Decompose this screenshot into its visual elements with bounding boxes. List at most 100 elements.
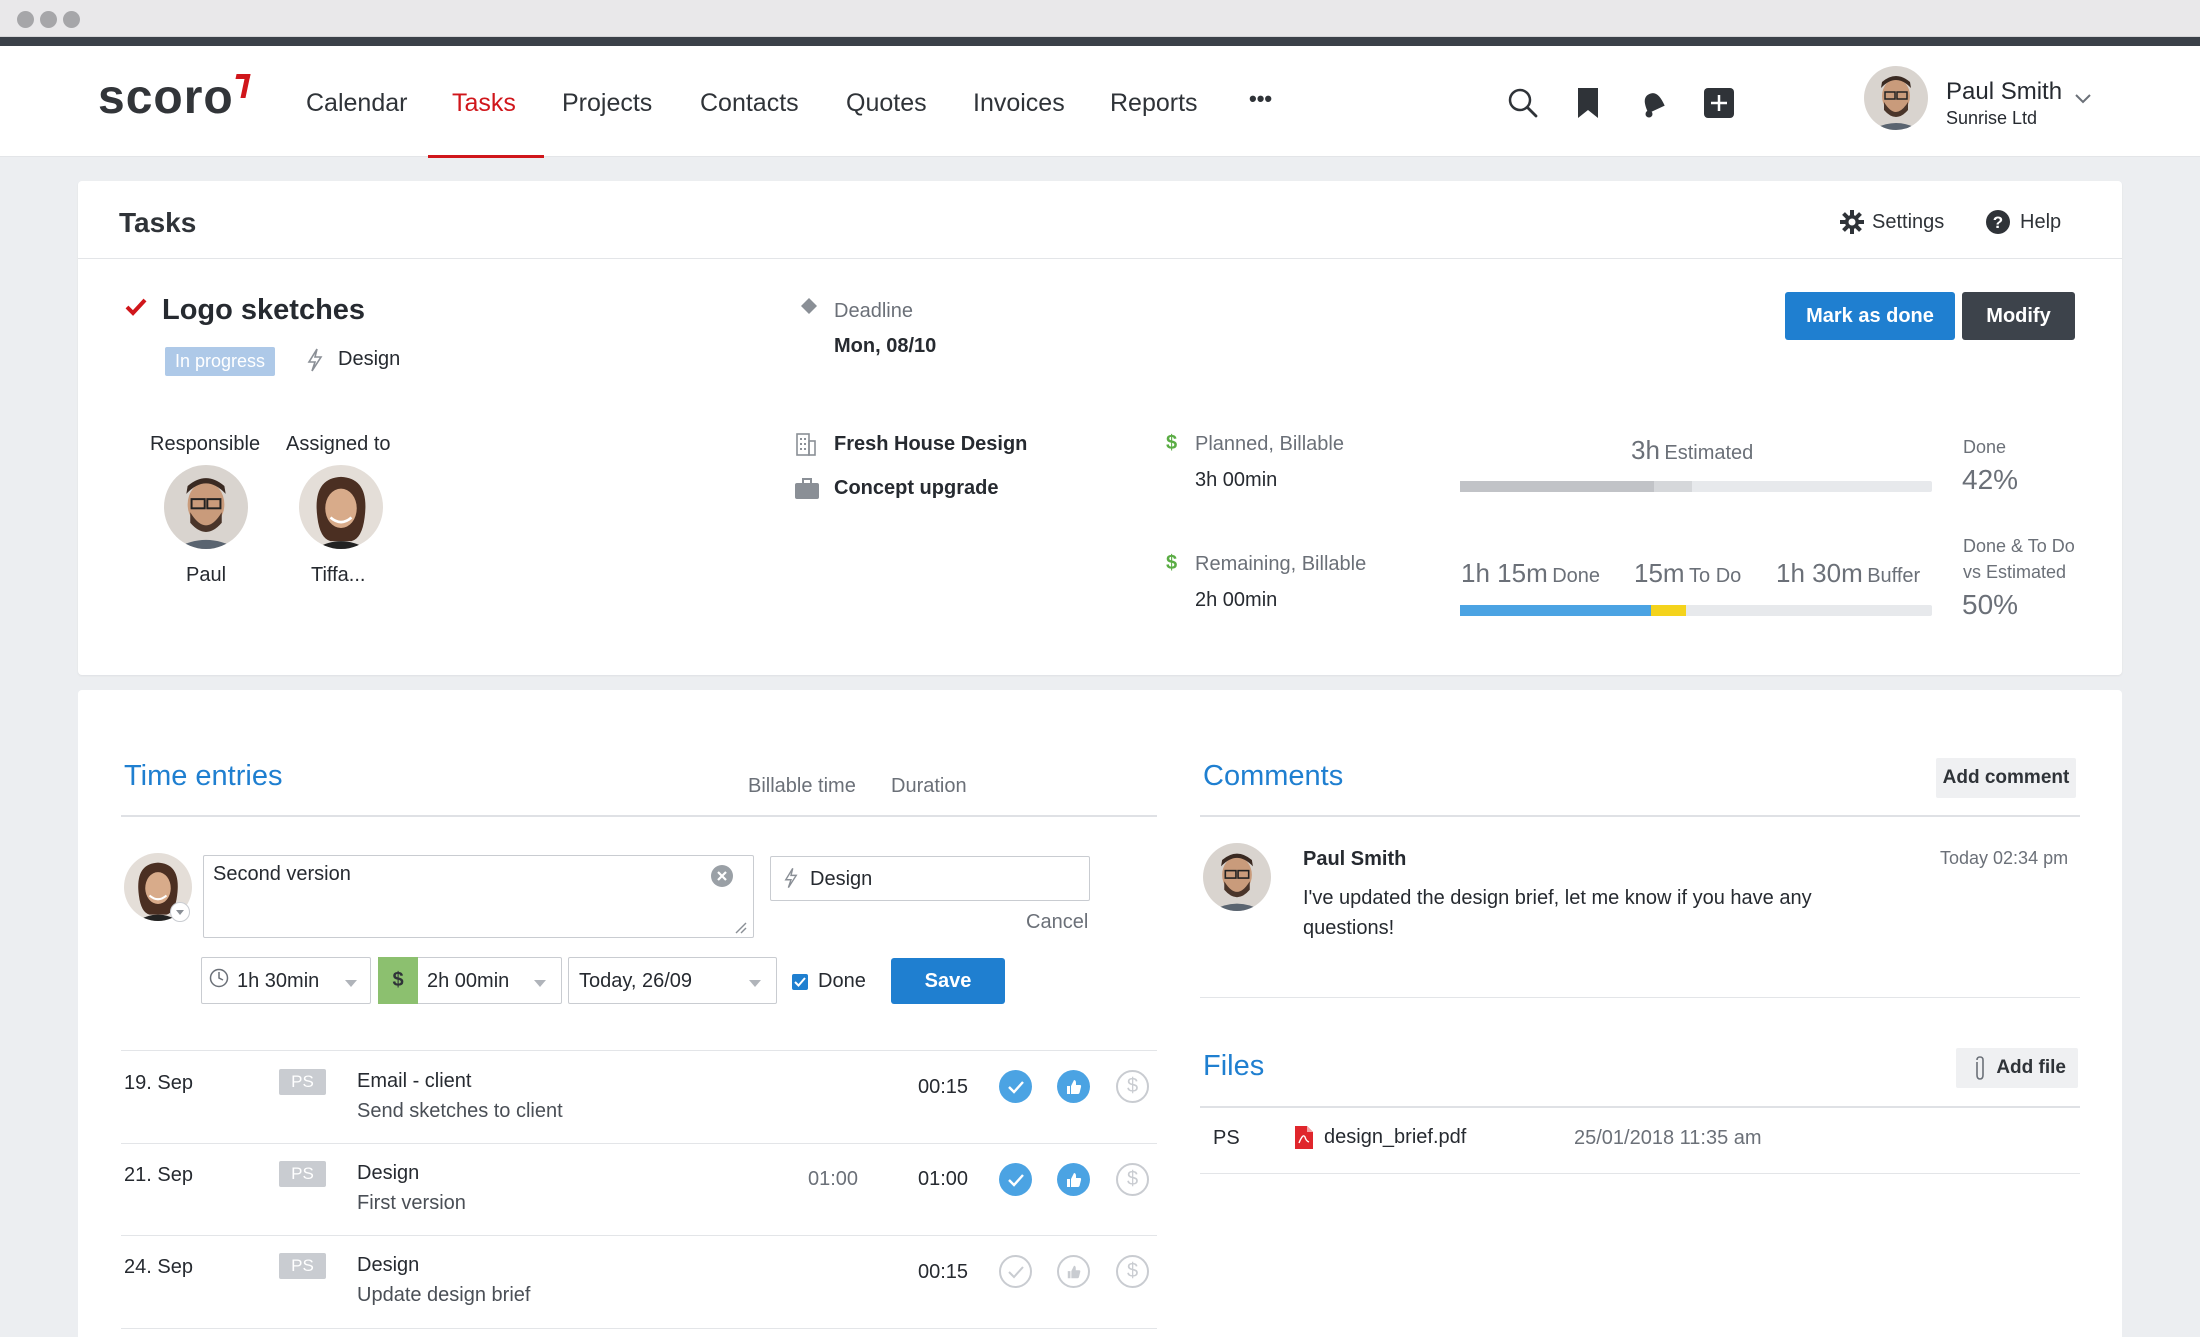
done-checkbox[interactable] bbox=[792, 974, 808, 990]
progress-todo-segment bbox=[1651, 605, 1686, 616]
chevron-down-icon[interactable] bbox=[2074, 92, 2092, 110]
files-title: Files bbox=[1203, 1050, 1265, 1082]
check-icon[interactable] bbox=[999, 1255, 1032, 1288]
billable-dollar-badge: $ bbox=[378, 957, 418, 1004]
dollar-icon: $ bbox=[1166, 552, 1178, 574]
divider bbox=[121, 1328, 1157, 1329]
bell-icon[interactable] bbox=[1636, 86, 1670, 120]
buffer-caption: 1h 30m Buffer bbox=[1776, 558, 1920, 589]
window-maximize-button[interactable] bbox=[63, 11, 80, 28]
check-icon[interactable] bbox=[999, 1070, 1032, 1103]
entry-description: Update design brief bbox=[357, 1284, 531, 1306]
chevron-down-icon[interactable] bbox=[533, 975, 547, 993]
project-name[interactable]: Concept upgrade bbox=[834, 477, 998, 500]
file-name[interactable]: design_brief.pdf bbox=[1324, 1126, 1466, 1149]
duration-value[interactable]: 1h 30min bbox=[237, 970, 319, 993]
entry-description: First version bbox=[357, 1192, 466, 1214]
user-name[interactable]: Paul Smith bbox=[1946, 78, 2062, 106]
window-close-button[interactable] bbox=[17, 11, 34, 28]
nav-calendar[interactable]: Calendar bbox=[306, 89, 407, 118]
resize-handle-icon[interactable] bbox=[734, 921, 748, 940]
bookmark-icon[interactable] bbox=[1571, 86, 1605, 120]
user-avatar[interactable] bbox=[1864, 66, 1928, 130]
col-duration[interactable]: Duration bbox=[891, 775, 967, 798]
time-progress-bar bbox=[1460, 605, 1932, 616]
col-billable-time[interactable]: Billable time bbox=[748, 775, 856, 798]
briefcase-icon bbox=[794, 478, 820, 505]
pdf-icon bbox=[1294, 1125, 1314, 1155]
gear-icon[interactable] bbox=[1840, 210, 1864, 239]
entry-description-value[interactable]: Second version bbox=[213, 863, 351, 886]
dollar-icon: $ bbox=[1166, 432, 1178, 454]
divider bbox=[1200, 1106, 2080, 1108]
done-checkbox-label[interactable]: Done bbox=[818, 970, 866, 993]
help-link[interactable]: Help bbox=[2020, 211, 2061, 234]
responsible-avatar[interactable] bbox=[164, 465, 248, 549]
thumbs-up-icon[interactable] bbox=[1057, 1070, 1090, 1103]
nav-quotes[interactable]: Quotes bbox=[846, 89, 927, 118]
status-badge[interactable]: In progress bbox=[165, 347, 276, 376]
billable-value[interactable]: 2h 00min bbox=[427, 970, 509, 993]
done-todo-label-1: Done & To Do bbox=[1963, 536, 2075, 556]
nav-contacts[interactable]: Contacts bbox=[700, 89, 799, 118]
date-value[interactable]: Today, 26/09 bbox=[579, 970, 692, 993]
mark-as-done-button[interactable]: Mark as done bbox=[1785, 292, 1955, 340]
comments-title: Comments bbox=[1203, 760, 1344, 792]
nav-reports[interactable]: Reports bbox=[1110, 89, 1198, 118]
search-icon[interactable] bbox=[1506, 86, 1540, 120]
clear-icon[interactable] bbox=[710, 864, 734, 888]
entry-billable: 01:00 bbox=[808, 1168, 859, 1190]
time-entries-title: Time entries bbox=[124, 760, 283, 792]
entry-duration: 01:00 bbox=[918, 1168, 969, 1190]
nav-tasks[interactable]: Tasks bbox=[452, 89, 516, 118]
thumbs-up-icon[interactable] bbox=[1057, 1163, 1090, 1196]
nav-active-indicator bbox=[428, 155, 544, 158]
billable-dollar-icon[interactable]: $ bbox=[1116, 1163, 1149, 1196]
done-caption: 1h 15m Done bbox=[1461, 558, 1600, 589]
app-logo[interactable]: scoro bbox=[98, 70, 234, 125]
chevron-down-icon[interactable] bbox=[344, 975, 358, 993]
billable-dollar-icon[interactable]: $ bbox=[1116, 1070, 1149, 1103]
comment-text-line-2: questions! bbox=[1303, 917, 1395, 939]
estimated-label: Estimated bbox=[1664, 442, 1754, 464]
activity-card bbox=[78, 690, 2122, 1337]
chevron-down-icon[interactable] bbox=[170, 902, 190, 922]
entry-activity[interactable]: Design bbox=[357, 1254, 419, 1277]
window-titlebar bbox=[0, 0, 2200, 37]
settings-link[interactable]: Settings bbox=[1872, 211, 1944, 234]
cancel-link[interactable]: Cancel bbox=[1026, 911, 1088, 934]
nav-projects[interactable]: Projects bbox=[562, 89, 652, 118]
add-comment-button[interactable]: Add comment bbox=[1936, 758, 2076, 798]
estimated-caption: 3h Estimated bbox=[1631, 435, 1753, 466]
comment-author: Paul Smith bbox=[1303, 848, 1407, 870]
done-todo-label-2: vs Estimated bbox=[1963, 562, 2067, 582]
nav-invoices[interactable]: Invoices bbox=[973, 89, 1065, 118]
lightning-icon bbox=[784, 867, 798, 894]
planned-value: 3h 00min bbox=[1195, 469, 1278, 491]
check-icon[interactable] bbox=[999, 1163, 1032, 1196]
comment-time: Today 02:34 pm bbox=[1940, 848, 2069, 868]
entry-activity[interactable]: Email - client bbox=[357, 1070, 471, 1093]
comment-author-avatar[interactable] bbox=[1203, 843, 1271, 911]
entry-activity-value[interactable]: Design bbox=[810, 868, 872, 891]
billable-dollar-icon[interactable]: $ bbox=[1116, 1255, 1149, 1288]
help-icon[interactable]: ? bbox=[1986, 210, 2010, 239]
window-minimize-button[interactable] bbox=[40, 11, 57, 28]
thumbs-up-icon[interactable] bbox=[1057, 1255, 1090, 1288]
responsible-label: Responsible bbox=[150, 433, 261, 455]
entry-activity[interactable]: Design bbox=[357, 1162, 419, 1185]
divider bbox=[1200, 997, 2080, 998]
nav-more-button[interactable]: ••• bbox=[1249, 86, 1272, 112]
task-title: Logo sketches bbox=[162, 294, 366, 326]
assignee-avatar[interactable] bbox=[299, 465, 383, 549]
plus-icon[interactable] bbox=[1702, 86, 1736, 120]
deadline-value: Mon, 08/10 bbox=[834, 335, 937, 357]
user-company: Sunrise Ltd bbox=[1946, 108, 2038, 128]
modify-button[interactable]: Modify bbox=[1962, 292, 2075, 340]
chevron-down-icon[interactable] bbox=[748, 975, 762, 993]
estimated-progress-bar bbox=[1460, 481, 1932, 492]
task-check-icon[interactable] bbox=[125, 297, 147, 322]
company-name[interactable]: Fresh House Design bbox=[834, 433, 1027, 456]
save-button[interactable]: Save bbox=[891, 958, 1005, 1004]
divider bbox=[1200, 1173, 2080, 1174]
